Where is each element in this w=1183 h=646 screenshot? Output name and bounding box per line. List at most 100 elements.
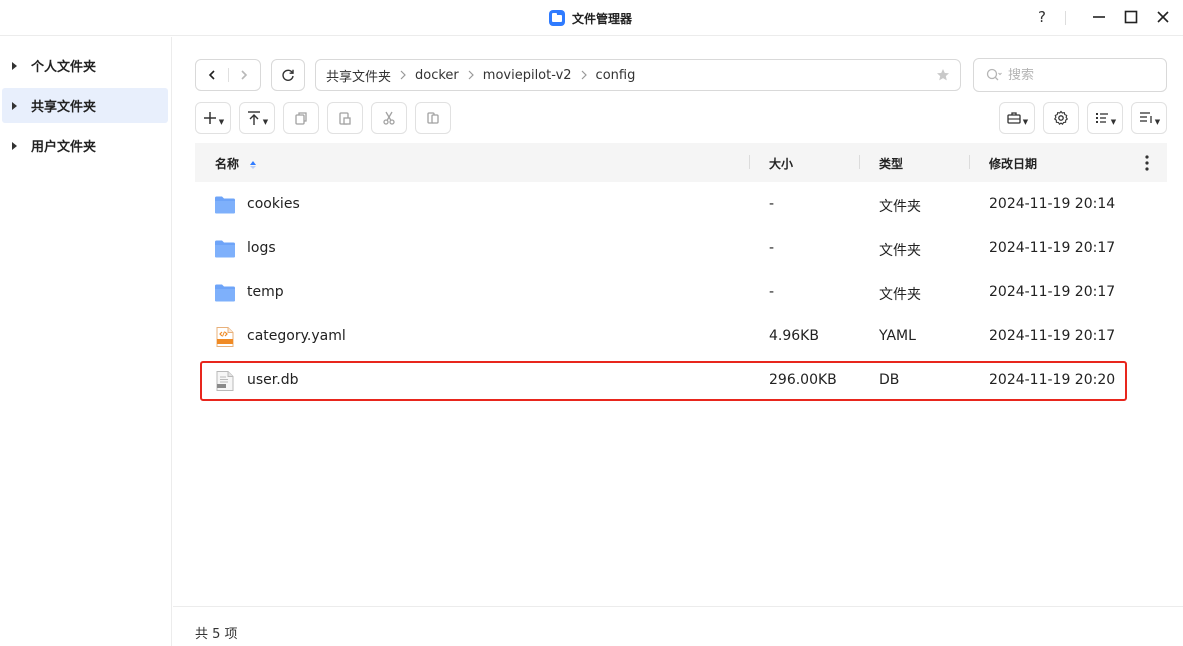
sidebar-item-label: 用户文件夹	[31, 140, 97, 155]
settings-button[interactable]	[1043, 102, 1079, 134]
gear-icon	[1053, 110, 1069, 125]
chevron-right-icon	[580, 70, 588, 80]
table-row[interactable]: category.yaml 4.96KB YAML 2024-11-19 20:…	[195, 315, 1167, 359]
copy-icon	[295, 112, 307, 125]
file-type: 文件夹	[879, 199, 921, 215]
dropdown-caret-icon: ▼	[218, 118, 225, 126]
search-input[interactable]	[1008, 67, 1138, 83]
new-button[interactable]: ▼	[195, 102, 231, 134]
sort-options-button[interactable]: ▼	[1131, 102, 1167, 134]
expand-caret-icon[interactable]	[12, 101, 17, 110]
file-size: 4.96KB	[769, 328, 819, 344]
breadcrumb-item-docker[interactable]: docker	[415, 68, 459, 83]
chevron-right-icon	[399, 70, 407, 80]
file-name: user.db	[247, 372, 299, 388]
file-modified: 2024-11-19 20:14	[989, 196, 1116, 212]
sidebar-item-personal-folder[interactable]: 个人文件夹	[2, 48, 168, 83]
sidebar-item-shared-folder[interactable]: 共享文件夹	[2, 88, 168, 123]
chevron-right-icon	[241, 70, 248, 80]
chevron-left-icon	[208, 70, 215, 80]
dropdown-caret-icon: ▼	[262, 118, 269, 126]
dropdown-caret-icon: ▼	[1154, 118, 1161, 126]
minimize-icon	[1093, 16, 1105, 18]
forward-button[interactable]	[228, 60, 260, 90]
file-table-header: 名称 大小 类型 修改日期	[195, 143, 1167, 182]
table-row[interactable]: cookies - 文件夹 2024-11-19 20:14	[195, 183, 1167, 227]
breadcrumb-item-config[interactable]: config	[596, 68, 636, 83]
column-header-type[interactable]: 类型	[879, 155, 903, 172]
column-divider	[859, 155, 860, 169]
help-button[interactable]: ?	[1031, 6, 1053, 28]
file-size: -	[769, 284, 775, 300]
refresh-button[interactable]	[271, 59, 305, 91]
file-type: 文件夹	[879, 287, 921, 303]
dropdown-caret-icon: ▼	[1022, 118, 1029, 126]
sidebar-item-label: 个人文件夹	[31, 60, 97, 75]
column-header-name[interactable]: 名称	[215, 155, 257, 172]
cut-button[interactable]	[371, 102, 407, 134]
file-manager-window: 文件管理器 ? 个人文件夹 共享文件夹 用户文件夹 共享文件夹 docker m…	[0, 0, 1183, 646]
window-title: 文件管理器	[572, 11, 633, 26]
item-count: 共 5 项	[195, 627, 238, 642]
file-name: temp	[247, 284, 284, 300]
close-icon	[1157, 11, 1169, 23]
status-bar: 共 5 项	[173, 606, 1183, 646]
expand-caret-icon[interactable]	[12, 141, 17, 150]
scissors-icon	[383, 111, 395, 125]
move-icon	[427, 112, 439, 124]
folder-icon	[215, 240, 235, 258]
column-header-size[interactable]: 大小	[769, 155, 793, 172]
folder-icon	[215, 196, 235, 214]
plus-icon	[203, 112, 216, 124]
back-button[interactable]	[196, 60, 228, 90]
file-size: -	[769, 240, 775, 256]
table-row[interactable]: temp - 文件夹 2024-11-19 20:17	[195, 271, 1167, 315]
title-divider	[1065, 11, 1066, 25]
yaml-file-icon	[216, 327, 234, 347]
file-modified: 2024-11-19 20:17	[989, 284, 1116, 300]
column-header-modified[interactable]: 修改日期	[989, 155, 1037, 172]
file-manager-app-icon	[549, 10, 565, 26]
folder-icon	[215, 284, 235, 302]
title-bar: 文件管理器 ?	[0, 0, 1183, 36]
file-modified: 2024-11-19 20:20	[989, 372, 1116, 388]
copy-button[interactable]	[283, 102, 319, 134]
toolbox-icon	[1007, 112, 1021, 124]
tools-button[interactable]: ▼	[999, 102, 1035, 134]
view-mode-button[interactable]: ▼	[1087, 102, 1123, 134]
search-box[interactable]	[973, 58, 1167, 92]
paste-icon	[339, 112, 351, 125]
minimize-button[interactable]	[1088, 6, 1110, 28]
breadcrumb-item-moviepilot-v2[interactable]: moviepilot-v2	[483, 68, 572, 83]
close-button[interactable]	[1152, 6, 1174, 28]
sidebar-item-label: 共享文件夹	[31, 100, 97, 115]
sidebar-item-user-folder[interactable]: 用户文件夹	[2, 128, 168, 163]
favorite-star-icon[interactable]	[936, 68, 950, 82]
column-divider	[749, 155, 750, 169]
sort-list-icon	[1139, 112, 1152, 123]
sort-ascending-icon[interactable]	[249, 160, 257, 170]
file-size: -	[769, 196, 775, 212]
file-modified: 2024-11-19 20:17	[989, 328, 1116, 344]
expand-caret-icon[interactable]	[12, 61, 17, 70]
column-header-name-label: 名称	[215, 157, 240, 171]
file-type: 文件夹	[879, 243, 921, 259]
path-breadcrumb: 共享文件夹 docker moviepilot-v2 config	[315, 59, 961, 91]
move-button[interactable]	[415, 102, 451, 134]
table-row[interactable]: logs - 文件夹 2024-11-19 20:17	[195, 227, 1167, 271]
file-type: YAML	[879, 328, 916, 344]
table-row[interactable]: user.db 296.00KB DB 2024-11-19 20:20	[195, 359, 1167, 403]
maximize-button[interactable]	[1120, 6, 1142, 28]
upload-icon	[247, 111, 260, 125]
paste-button[interactable]	[327, 102, 363, 134]
breadcrumb-item-shared-folder[interactable]: 共享文件夹	[326, 66, 391, 85]
db-file-icon	[216, 371, 234, 391]
file-name: logs	[247, 240, 276, 256]
upload-button[interactable]: ▼	[239, 102, 275, 134]
refresh-icon	[282, 69, 294, 81]
file-type: DB	[879, 372, 900, 388]
more-vertical-icon[interactable]	[1143, 154, 1151, 172]
sidebar: 个人文件夹 共享文件夹 用户文件夹	[0, 37, 172, 646]
history-nav-group	[195, 59, 261, 91]
file-size: 296.00KB	[769, 372, 837, 388]
